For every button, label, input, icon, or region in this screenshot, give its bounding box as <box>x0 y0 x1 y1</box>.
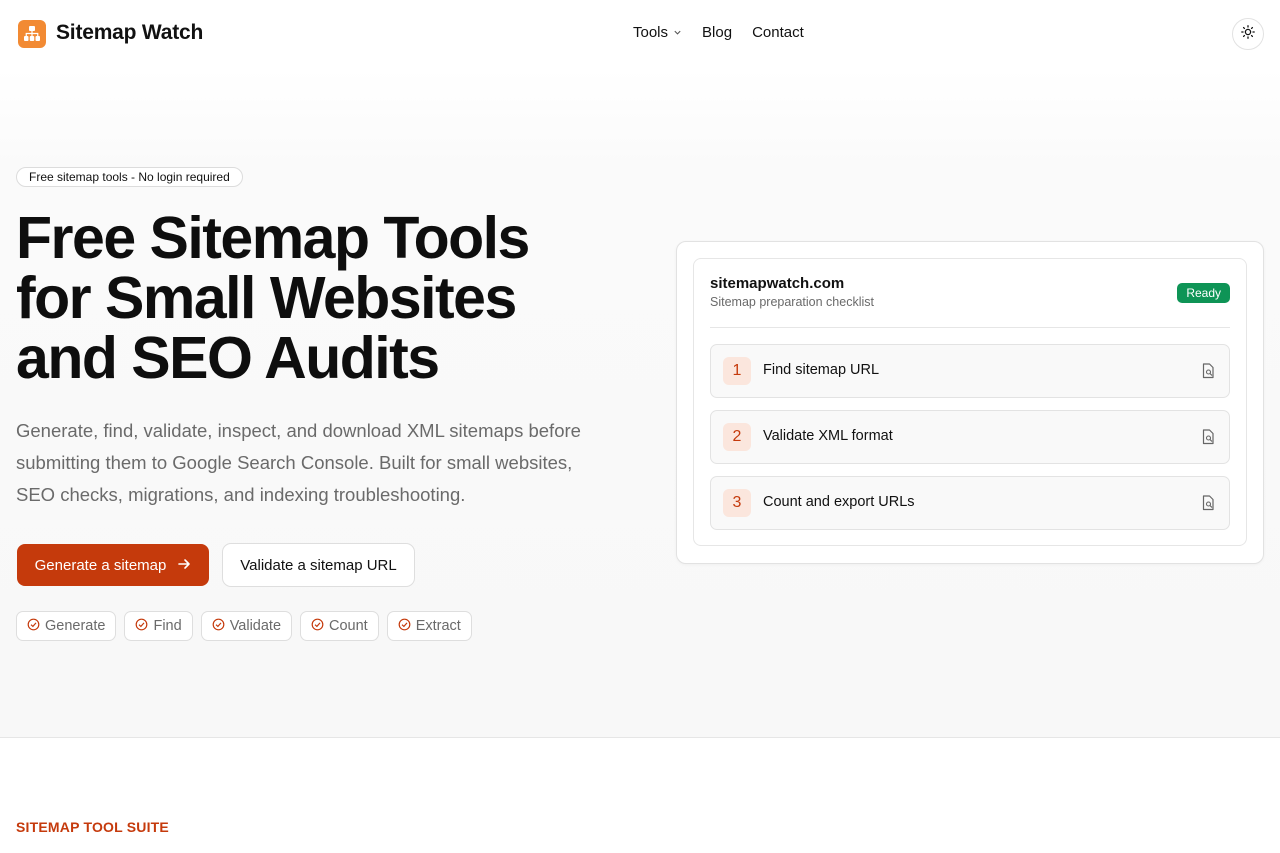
chip-label: Find <box>153 618 182 634</box>
theme-toggle-button[interactable] <box>1232 18 1264 50</box>
document-search-icon <box>1201 495 1216 516</box>
nav-blog-label: Blog <box>702 24 733 41</box>
check-circle-icon <box>135 618 148 635</box>
sitemap-logo-icon[interactable] <box>18 20 46 48</box>
card-subtitle: Sitemap preparation checklist <box>710 295 874 309</box>
checklist-step-2[interactable]: 2 Validate XML format <box>710 410 1230 464</box>
nav-tools-label: Tools <box>633 24 669 41</box>
step-label: Count and export URLs <box>763 494 915 510</box>
nav-contact-label: Contact <box>752 24 804 41</box>
step-number: 2 <box>723 423 751 451</box>
checklist-step-3[interactable]: 3 Count and export URLs <box>710 476 1230 530</box>
status-badge: Ready <box>1177 283 1230 303</box>
hero-description: Generate, find, validate, inspect, and d… <box>16 420 581 505</box>
document-search-icon <box>1201 429 1216 450</box>
document-search-icon <box>1201 363 1216 384</box>
card-domain: sitemapwatch.com <box>710 275 845 292</box>
check-circle-icon <box>27 618 40 635</box>
headline-line-2: for Small Websites <box>16 265 517 331</box>
chip-label: Count <box>329 618 368 634</box>
chip-extract[interactable]: Extract <box>386 611 472 641</box>
sun-icon <box>1241 24 1255 44</box>
arrow-right-icon <box>178 557 191 574</box>
headline-line-3: and SEO Audits <box>16 325 440 391</box>
checklist-panel: sitemapwatch.com Sitemap preparation che… <box>693 258 1247 546</box>
check-circle-icon <box>212 618 225 635</box>
validate-sitemap-label: Validate a sitemap URL <box>240 556 397 574</box>
page-title: Free Sitemap Tools for Small Websites an… <box>16 208 636 388</box>
chip-find[interactable]: Find <box>124 611 193 641</box>
chip-label: Extract <box>415 618 461 634</box>
nav-contact[interactable]: Contact <box>752 24 804 41</box>
main-nav: Tools Blog Contact <box>633 24 804 41</box>
section-label: SITEMAP TOOL SUITE <box>16 819 169 835</box>
generate-sitemap-button[interactable]: Generate a sitemap <box>17 544 209 586</box>
site-header: Sitemap Watch Tools Blog Contact <box>0 0 1280 68</box>
step-number: 1 <box>723 357 751 385</box>
chip-label: Generate <box>45 618 106 634</box>
chip-label: Validate <box>229 618 282 634</box>
step-label: Find sitemap URL <box>763 362 880 378</box>
chip-generate[interactable]: Generate <box>16 611 117 641</box>
step-number: 3 <box>723 489 751 517</box>
generate-sitemap-label: Generate a sitemap <box>34 556 167 574</box>
validate-sitemap-button[interactable]: Validate a sitemap URL <box>222 543 415 587</box>
chip-count[interactable]: Count <box>300 611 379 641</box>
card-divider <box>710 327 1230 328</box>
step-label: Validate XML format <box>763 428 893 444</box>
headline-line-1: Free Sitemap Tools <box>16 205 530 271</box>
check-circle-icon <box>398 618 411 635</box>
hero-section: Free sitemap tools - No login required F… <box>0 68 1280 738</box>
check-circle-icon <box>311 618 324 635</box>
chevron-down-icon <box>673 24 682 41</box>
nav-blog[interactable]: Blog <box>702 24 732 41</box>
free-badge: Free sitemap tools - No login required <box>16 167 243 187</box>
brand-name[interactable]: Sitemap Watch <box>56 21 203 45</box>
chip-validate[interactable]: Validate <box>200 611 293 641</box>
checklist-card: sitemapwatch.com Sitemap preparation che… <box>676 241 1264 564</box>
feature-chips: Generate Find Validate Count Extract <box>16 611 472 641</box>
nav-tools[interactable]: Tools <box>633 24 682 41</box>
checklist-step-1[interactable]: 1 Find sitemap URL <box>710 344 1230 398</box>
